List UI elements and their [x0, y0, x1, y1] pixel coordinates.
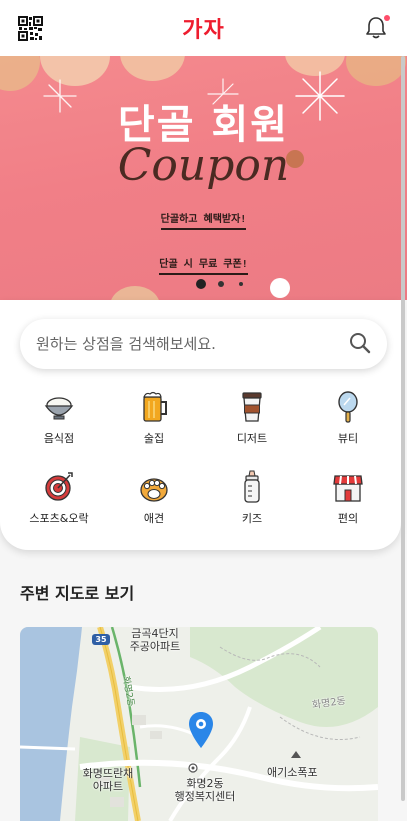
- paw-icon: [140, 478, 168, 502]
- search-category-card: 음식점 술집 디저트: [0, 300, 401, 550]
- scrollbar[interactable]: [401, 56, 405, 801]
- category-beauty[interactable]: 뷰티: [303, 390, 393, 450]
- top-header: 가자: [0, 0, 407, 56]
- map-label-community-center: 화명2동 행정복지센터: [174, 777, 236, 803]
- map-label-apartment: 화명뜨란채 아파트: [82, 767, 134, 793]
- banner-tagline-2: 단골 시 무료 쿠폰!: [0, 255, 407, 275]
- convenience-store-icon: [333, 475, 363, 502]
- nearby-map[interactable]: 35 금곡4단지 주공아파트 화명2동 화명2동 화명뜨란채 아파트 화명2동 …: [20, 627, 378, 821]
- location-pin-icon[interactable]: [188, 711, 214, 749]
- banner-decoration: [0, 56, 40, 91]
- map-label-apartment: 금곡4단지 주공아파트: [129, 627, 181, 653]
- banner-decoration: [120, 56, 185, 81]
- banner-tagline-2-text: 단골 시 무료 쿠폰!: [159, 255, 248, 275]
- category-label: 디저트: [236, 432, 268, 445]
- search-input[interactable]: [36, 332, 336, 356]
- route-badge-label: 35: [95, 635, 107, 644]
- app-screen: 가자 단골 회원 Coupon 단골하고 혜택받자! 단골 시 무료 쿠폰! 원…: [0, 0, 407, 821]
- rice-bowl-icon: [44, 397, 74, 420]
- category-label: 음식점: [43, 432, 75, 445]
- coffee-cup-icon: [242, 392, 262, 422]
- banner-coupon-script: Coupon: [117, 140, 290, 191]
- category-label: 애견: [143, 512, 165, 525]
- banner-tagline-1: 단골하고 혜택받자!: [0, 210, 407, 230]
- category-label: 술집: [143, 432, 165, 445]
- category-convenience[interactable]: 편의: [303, 470, 393, 530]
- search-bar[interactable]: [20, 319, 387, 369]
- category-label: 뷰티: [337, 432, 359, 445]
- category-kids[interactable]: 키즈: [207, 470, 297, 530]
- map-label-waterfall: 애기소폭포: [267, 766, 318, 779]
- promo-banner[interactable]: 단골 회원 Coupon 단골하고 혜택받자! 단골 시 무료 쿠폰!: [0, 56, 407, 300]
- category-sports[interactable]: 스포츠&오락: [14, 470, 104, 530]
- category-label: 키즈: [241, 512, 263, 525]
- banner-decoration: [110, 286, 160, 300]
- category-pet[interactable]: 애견: [109, 470, 199, 530]
- carousel-dot-active[interactable]: [196, 279, 206, 289]
- notification-badge: [384, 15, 390, 21]
- carousel-dot[interactable]: [218, 281, 224, 287]
- carousel-dot[interactable]: [239, 282, 243, 286]
- app-logo[interactable]: 가자: [0, 12, 407, 44]
- banner-decoration: [346, 56, 406, 86]
- beer-mug-icon: [143, 391, 167, 422]
- category-label: 편의: [337, 512, 359, 525]
- dartboard-icon: [45, 472, 73, 501]
- category-restaurant[interactable]: 음식점: [14, 390, 104, 450]
- baby-bottle-icon: [244, 470, 260, 503]
- banner-decoration: [270, 278, 290, 298]
- category-dessert[interactable]: 디저트: [207, 390, 297, 450]
- category-bar[interactable]: 술집: [109, 390, 199, 450]
- banner-tagline-1-text: 단골하고 혜택받자!: [160, 210, 247, 230]
- search-icon[interactable]: [349, 332, 371, 354]
- map-section-title: 주변 지도로 보기: [20, 584, 135, 603]
- hand-mirror-icon: [338, 391, 358, 423]
- category-label: 스포츠&오락: [29, 512, 89, 525]
